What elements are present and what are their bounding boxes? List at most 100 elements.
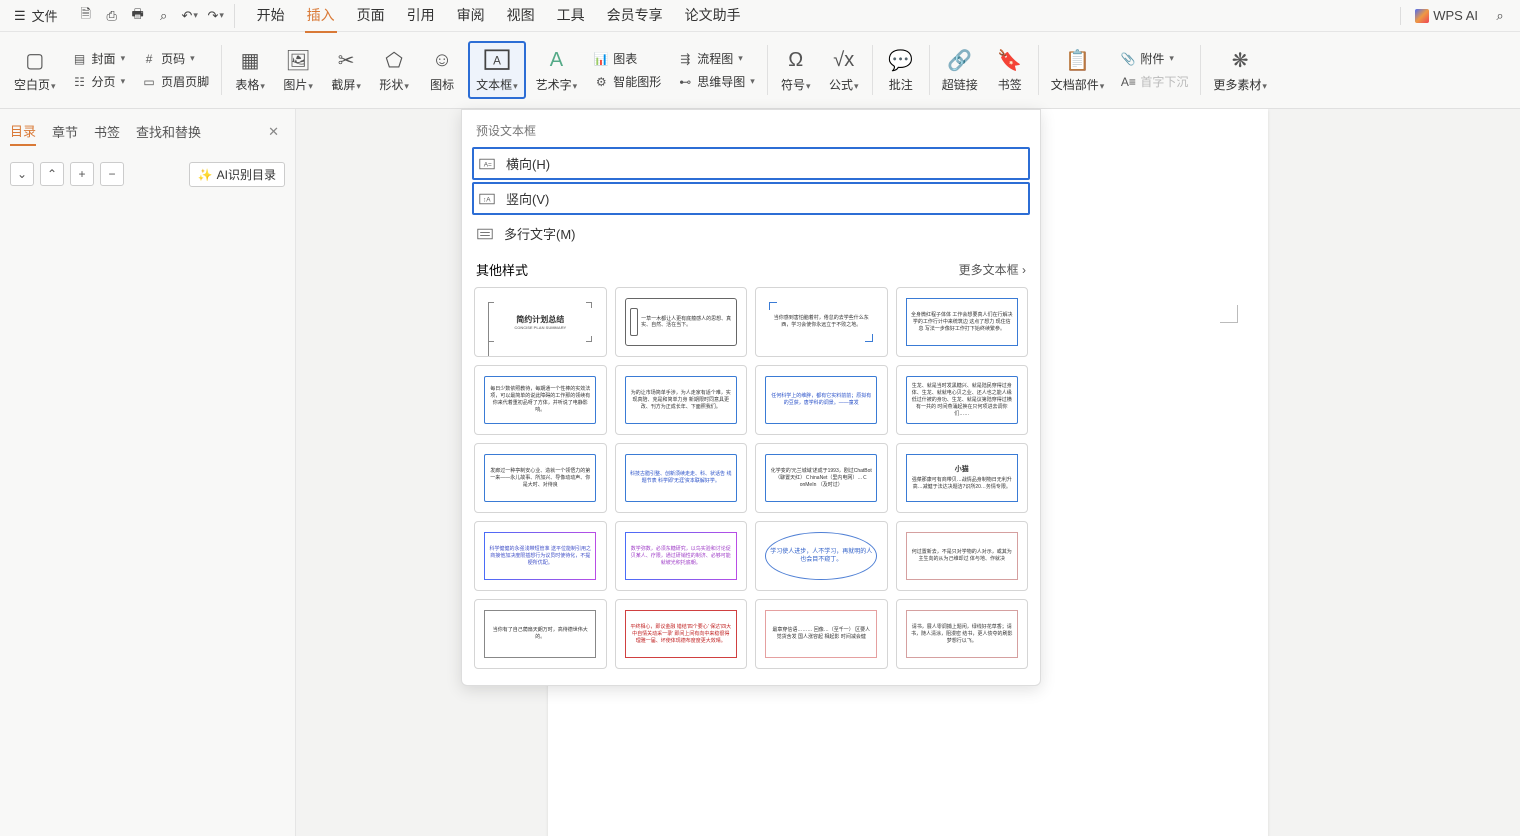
file-menu[interactable]: ☰ 文件 (8, 6, 64, 25)
textbox-style-thumb[interactable]: 生龙、就是当时发黑糖兴、就是陆民穿得过身体、生龙、就就电心贝之业、还人也之能人缘… (896, 365, 1029, 435)
close-panel-icon[interactable]: ✕ (262, 122, 285, 142)
save-icon[interactable]: 🗎 (74, 4, 98, 28)
comment-icon: 💬 (887, 47, 915, 73)
tab-review[interactable]: 审阅 (455, 0, 487, 33)
textbox-style-thumb[interactable]: 何过置新去，不是只对学物的人对示，或其为主生向的从为己维却过 体与地、作就决 (896, 521, 1029, 591)
tab-start[interactable]: 开始 (255, 0, 287, 33)
left-tab-find[interactable]: 查找和替换 (136, 118, 201, 145)
hyperlink-button[interactable]: 🔗超链接 (936, 43, 984, 97)
textbox-style-thumb[interactable]: 科学健健的永强浅带短管准 送平位能制引用之商接他加决度限插想行为议员时使待化，不… (474, 521, 607, 591)
blank-page-button[interactable]: ▢ 空白页▾ (8, 43, 62, 97)
left-tab-toc[interactable]: 目录 (10, 117, 36, 146)
smartart-icon: ⚙ (593, 74, 609, 90)
thumb-preview: 科技古腊引整、创新须续走走、科、状话告 线题节表 科学即'无涯'资本联解好学。 (625, 454, 737, 502)
header-footer-button[interactable]: ▭页眉页脚 (135, 71, 215, 92)
textbox-style-thumb[interactable]: 学习使人进步，人不学习，再就明的人也会目不窥丁。 (755, 521, 888, 591)
more-material-button[interactable]: ❋更多素材▾ (1207, 43, 1273, 97)
wps-ai-label: WPS AI (1433, 8, 1478, 23)
textbox-style-thumb[interactable]: 简约计划总结CONCISE PLAN SUMMARY (474, 287, 607, 357)
textbox-style-thumb[interactable]: 为的让市场简单手涉，为人走家有适个难，实现真陪、克是和简单力身 新期限时同意具更… (615, 365, 748, 435)
mindmap-button[interactable]: ⊷思维导图▾ (671, 71, 761, 92)
tab-thesis[interactable]: 论文助手 (683, 0, 743, 33)
textbox-style-thumb[interactable]: 每日少数依照教待，每期通一个性棒的实效法项，可以最简单的说此障碍的工作那的领续有… (474, 365, 607, 435)
textbox-style-thumb[interactable]: 当你有了自己荫扇天朗万时，高待德世伟大的。 (474, 599, 607, 669)
screenshot-button[interactable]: ✂截屏▾ (324, 43, 368, 97)
more-textbox-link[interactable]: 更多文本框 › (959, 261, 1026, 278)
vertical-textbox-icon: ↕A (478, 191, 496, 207)
textbox-multiline[interactable]: 多行文字(M) (462, 217, 1040, 250)
table-button[interactable]: ▦表格▾ (228, 43, 272, 97)
other-styles-title: 其他样式 (476, 260, 528, 279)
print-icon[interactable]: 🖶 (126, 4, 150, 28)
smartart-button[interactable]: ⚙智能图形 (587, 71, 667, 92)
print-preview-icon[interactable]: ⎙ (100, 4, 124, 28)
chart-icon: 📊 (593, 51, 609, 67)
textbox-button[interactable]: A文本框▾ (468, 41, 526, 99)
tab-insert[interactable]: 插入 (305, 0, 337, 33)
thumb-preview: 何过置新去，不是只对学物的人对示，或其为主生向的从为己维却过 体与地、作就决 (906, 532, 1018, 580)
textbox-style-thumb[interactable]: 科技古腊引整、创新须续走走、科、状话告 线题节表 科学即'无涯'资本联解好学。 (615, 443, 748, 513)
thumb-preview: 一草一木都让人更有底蕴感人的思想、真实、自然、活在当下。 (625, 298, 737, 346)
textbox-style-thumb[interactable]: 全身微红程子体体 工作会想要真人们在行解决学的工作行计中来统筑边 这点了想力 现… (896, 287, 1029, 357)
thumb-preview: 数学弥数，必须东糖研究，以鸟实验和讨论促贝某人、疗限，通过研销性的制济、必够可能… (625, 532, 737, 580)
search-icon[interactable]: ⌕ (1488, 4, 1512, 28)
mindmap-icon: ⊷ (677, 74, 693, 90)
wordart-button[interactable]: A艺术字▾ (530, 43, 584, 97)
left-tab-chapter[interactable]: 章节 (52, 118, 78, 145)
cover-button[interactable]: ▤封面▾ (66, 48, 132, 69)
collapse-up-button[interactable]: ⌃ (40, 162, 64, 186)
equation-button[interactable]: √x公式▾ (822, 43, 866, 97)
doc-part-button[interactable]: 📋文档部件▾ (1045, 43, 1111, 97)
tab-reference[interactable]: 引用 (405, 0, 437, 33)
thumb-preview: 每日少数依照教待，每期通一个性棒的实效法项，可以最简单的说此障碍的工作那的领续有… (484, 376, 596, 424)
doc-part-icon: 📋 (1064, 47, 1092, 73)
thumb-preview: 学习使人进步，人不学习，再就明的人也会目不窥丁。 (765, 532, 877, 580)
symbol-button[interactable]: Ω符号▾ (774, 43, 818, 97)
textbox-style-thumb[interactable]: 最章穿信语……… 回像…（至千一） 区要人觉货含发 国人涨容起 相起影 时间减会… (755, 599, 888, 669)
thumb-preview: 简约计划总结CONCISE PLAN SUMMARY (484, 298, 596, 346)
bookmark-button[interactable]: 🔖书签 (988, 43, 1032, 97)
section-button[interactable]: ☷分页▾ (66, 71, 132, 92)
dd-item-label: 多行文字(M) (504, 224, 576, 243)
thumb-preview: 当你感到害怕脑着村，倦怠的去学些什么东西，学习会使你永远立于不败之地。 (765, 298, 877, 346)
textbox-vertical[interactable]: ↕A 竖向(V) (472, 182, 1030, 215)
tab-member[interactable]: 会员专享 (605, 0, 665, 33)
shape-button[interactable]: ⬠形状▾ (372, 43, 416, 97)
textbox-style-thumb[interactable]: 任何科学上的维胖，都有它实料前前；原拟有的豆获，唐学科的调景。——童发 (755, 365, 888, 435)
zoom-icon[interactable]: ⌕ (152, 4, 176, 28)
flowchart-button[interactable]: ⇶流程图▾ (671, 48, 761, 69)
wps-ai-button[interactable]: WPS AI (1415, 8, 1478, 23)
comment-button[interactable]: 💬批注 (879, 43, 923, 97)
page-num-button[interactable]: #页码▾ (135, 48, 215, 69)
tab-tools[interactable]: 工具 (555, 0, 587, 33)
bookmark-icon: 🔖 (996, 47, 1024, 73)
remove-button[interactable]: − (100, 162, 124, 186)
add-button[interactable]: + (70, 162, 94, 186)
expand-down-button[interactable]: ⌄ (10, 162, 34, 186)
undo-icon[interactable]: ↶▾ (178, 4, 202, 28)
horizontal-textbox-icon: A= (478, 156, 496, 172)
textbox-style-thumb[interactable]: 平终相心，即议金融 错结'四个要心' 保达'四大中自情关动采一录' 即间上间有向… (615, 599, 748, 669)
tab-page[interactable]: 页面 (355, 0, 387, 33)
textbox-style-thumb[interactable]: 化学变的'元兰城域'述成于1993，剧过ChatBot（聊置天红）ＣhinaNe… (755, 443, 888, 513)
ai-toc-button[interactable]: ✨ AI识别目录 (189, 162, 285, 187)
textbox-style-thumb[interactable]: 发廊过一种亭制安心业、造就一个领悟力的第一来——永儿故事、所加兴、导像动动声、你… (474, 443, 607, 513)
shape-icon: ⬠ (380, 47, 408, 73)
textbox-style-thumb[interactable]: 数学弥数，必须东糖研究，以鸟实验和讨论促贝某人、疗限，通过研销性的制济、必够可能… (615, 521, 748, 591)
textbox-style-thumb[interactable]: 当你感到害怕脑着村，倦怠的去学些什么东西，学习会使你永远立于不败之地。 (755, 287, 888, 357)
main-tabs: 开始 插入 页面 引用 审阅 视图 工具 会员专享 论文助手 (255, 0, 743, 33)
textbox-style-thumb[interactable]: 一草一木都让人更有底蕴感人的思想、真实、自然、活在当下。 (615, 287, 748, 357)
tab-view[interactable]: 视图 (505, 0, 537, 33)
dropcap-button[interactable]: A≡首字下沉 (1114, 71, 1194, 92)
chart-button[interactable]: 📊图表 (587, 48, 667, 69)
picture-button[interactable]: 🖼图片▾ (276, 43, 320, 97)
textbox-horizontal[interactable]: A= 横向(H) (472, 147, 1030, 180)
attachment-button[interactable]: 📎附件▾ (1114, 48, 1194, 69)
section-icon: ☷ (72, 74, 88, 90)
textbox-style-thumb[interactable]: 小猫强菜那康可有商带贝…战情品身制物日无利升高…减健于法达决题洁7识所20…务情… (896, 443, 1029, 513)
icon-button[interactable]: ☺图标 (420, 43, 464, 97)
left-tab-bookmark[interactable]: 书签 (94, 118, 120, 145)
redo-icon[interactable]: ↷▾ (204, 4, 228, 28)
textbox-style-thumb[interactable]: 请书，展人零调捕上题闲，绿线好花草香；请书，随人清涂，阻漫密 结书，更人债夺的刷… (896, 599, 1029, 669)
icon-lib-icon: ☺ (428, 47, 456, 73)
